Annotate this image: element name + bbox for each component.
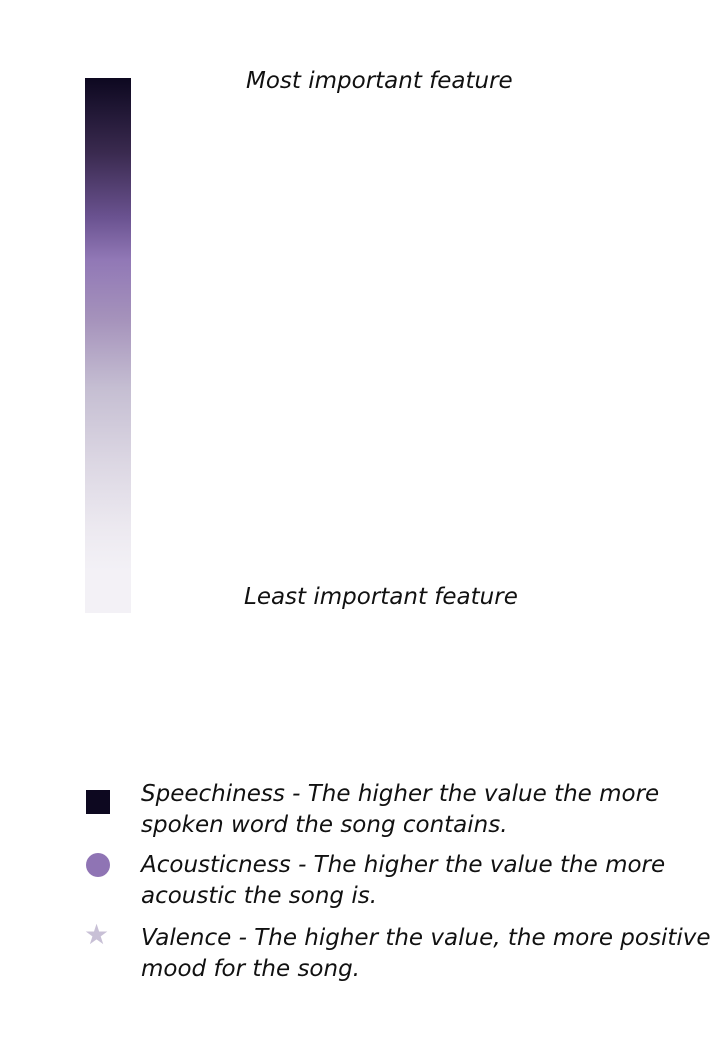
legend-item-valence: Valence - The higher the value, the more… xyxy=(141,925,711,982)
importance-gradient-bar xyxy=(85,78,131,613)
circle-icon xyxy=(86,853,110,877)
star-icon: ★ xyxy=(84,918,110,951)
most-important-label: Most important feature xyxy=(246,68,513,94)
legend-item-speechiness: Speechiness - The higher the value the m… xyxy=(141,781,660,838)
least-important-label: Least important feature xyxy=(244,584,518,610)
legend-item-acousticness: Acousticness - The higher the value the … xyxy=(141,852,666,909)
square-icon xyxy=(86,790,110,814)
